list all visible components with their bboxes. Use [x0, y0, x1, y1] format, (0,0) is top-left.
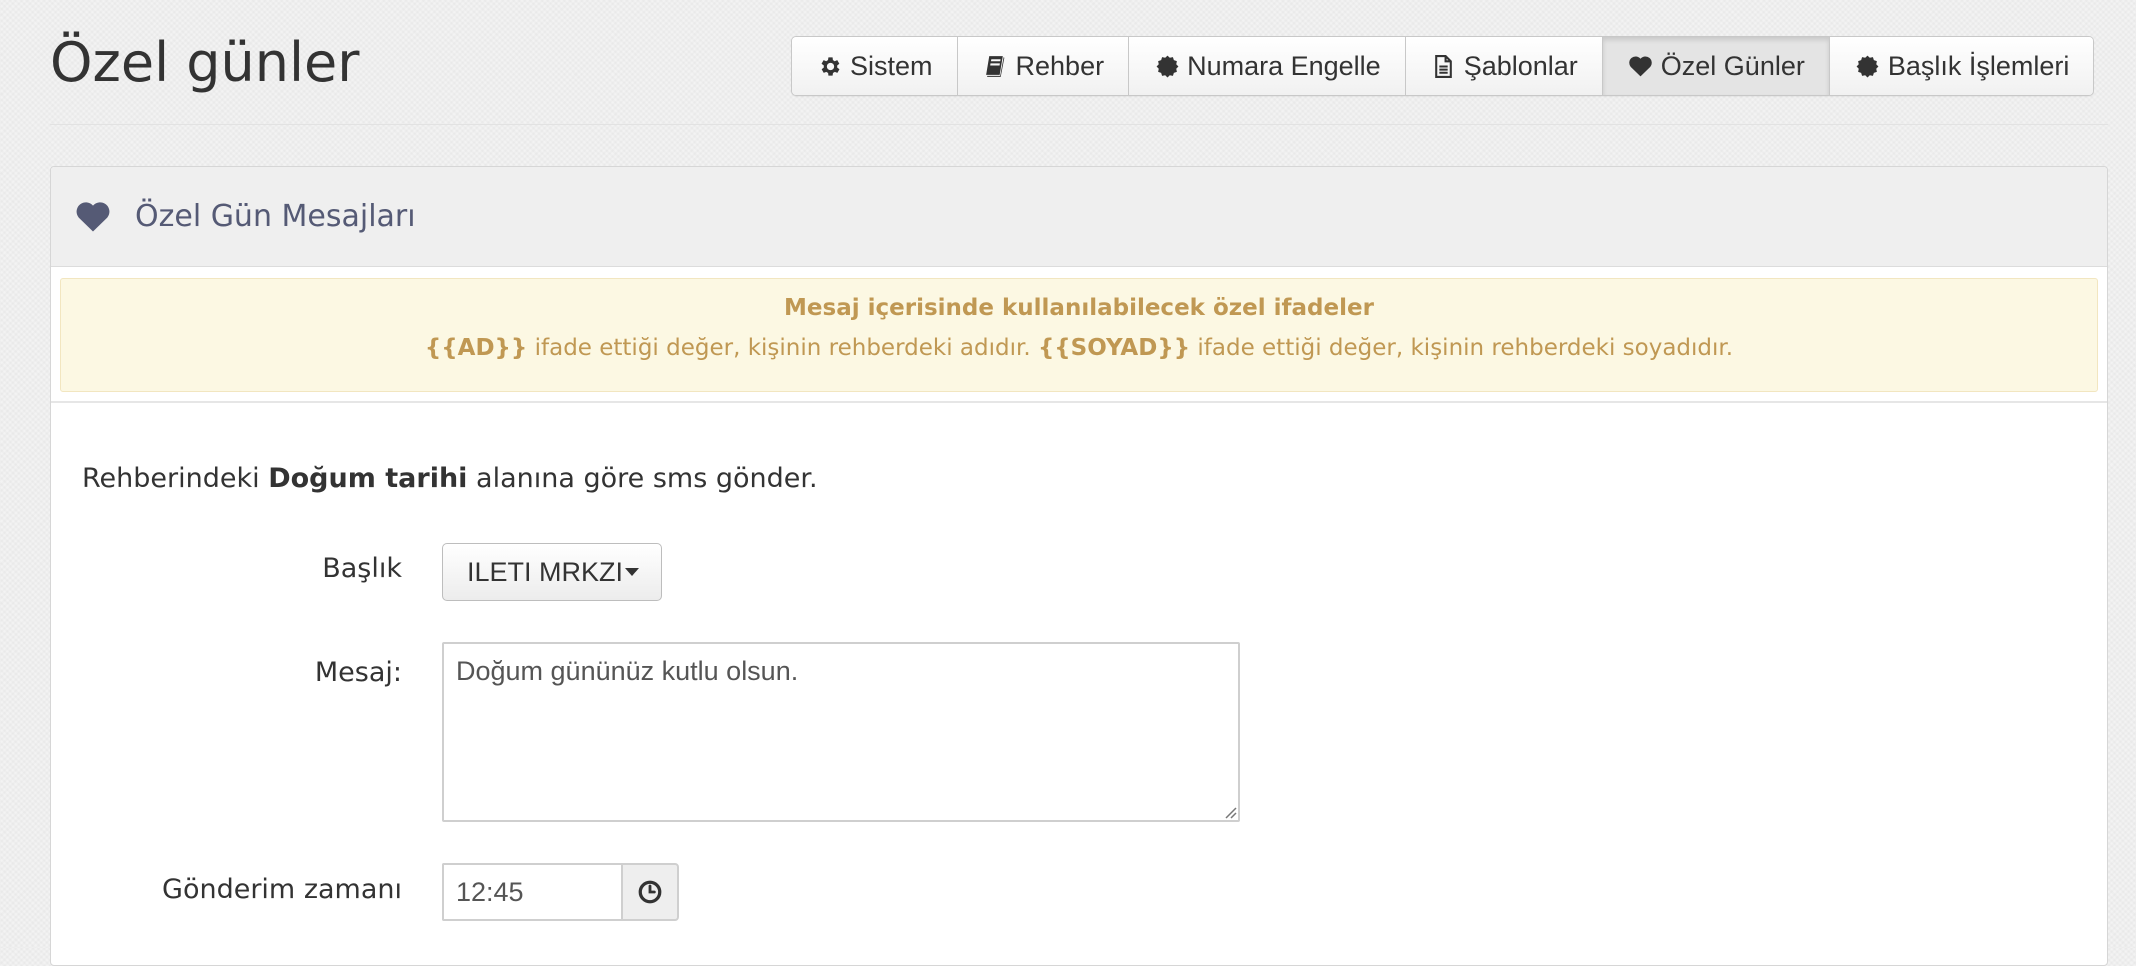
soyad-description: ifade ettiği değer, kişinin rehberdeki s… [1190, 335, 1734, 361]
badge-icon [1153, 52, 1181, 80]
alert-title: Mesaj içerisinde kullanılabilecek özel i… [784, 295, 1374, 321]
nav-button-sistem[interactable]: Sistem [792, 37, 957, 95]
nav-button-label: Rehber [1015, 50, 1105, 81]
placeholder-info-alert: Mesaj içerisinde kullanılabilecek özel i… [60, 278, 2098, 392]
nav-button-sablonlar[interactable]: Şablonlar [1404, 37, 1602, 95]
send-time-group [442, 863, 679, 921]
header-label: Başlık [322, 553, 402, 584]
clock-icon [638, 880, 662, 904]
header-select-value: ILETI MRKZI [467, 556, 624, 587]
badge-icon [1854, 52, 1882, 80]
book-icon [982, 52, 1010, 80]
panel-title: Özel Gün Mesajları [135, 199, 416, 234]
intro-text: Rehberindeki Doğum tarihi alanına göre s… [82, 463, 818, 494]
message-label: Mesaj: [314, 657, 402, 688]
soyad-token: {{SOYAD}} [1037, 335, 1191, 361]
header-select-button[interactable]: ILETI MRKZI [442, 543, 662, 601]
panel-heading: Özel Gün Mesajları [51, 167, 2107, 267]
time-picker-button[interactable] [621, 863, 679, 921]
intro-suffix: alanına göre sms gönder. [467, 463, 818, 494]
section-divider [51, 401, 2107, 403]
heart-icon [75, 201, 111, 233]
caret-down-icon [625, 568, 640, 576]
heart-icon [1627, 52, 1655, 80]
title-divider [50, 124, 2108, 125]
nav-button-rehber[interactable]: Rehber [956, 37, 1129, 95]
nav-button-label: Numara Engelle [1187, 50, 1381, 81]
section-nav: Sistem Rehber Numara Engelle Şablonlar Ö… [791, 36, 2095, 96]
page-title: Özel günler [50, 31, 360, 94]
intro-prefix: Rehberindeki [82, 463, 269, 494]
message-textarea[interactable]: Doğum gününüz kutlu olsun. [442, 642, 1240, 822]
file-icon [1430, 52, 1458, 80]
gear-icon [816, 52, 844, 80]
alert-description: {{AD}} ifade ettiği değer, kişinin rehbe… [61, 335, 2097, 361]
nav-button-label: Sistem [850, 50, 933, 81]
send-time-input[interactable] [442, 863, 621, 921]
nav-button-numara-engelle[interactable]: Numara Engelle [1128, 37, 1405, 95]
nav-button-baslik-islemleri[interactable]: Başlık İşlemleri [1828, 37, 2094, 95]
nav-button-label: Özel Günler [1660, 50, 1805, 81]
send-time-label: Gönderim zamanı [162, 874, 402, 905]
nav-button-label: Şablonlar [1463, 50, 1578, 81]
nav-button-label: Başlık İşlemleri [1887, 50, 2070, 81]
ad-token: {{AD}} [424, 335, 528, 361]
special-days-panel: Özel Gün Mesajları Mesaj içerisinde kull… [50, 166, 2108, 966]
ad-description: ifade ettiği değer, kişinin rehberdeki a… [527, 335, 1038, 361]
nav-button-ozel-gunler[interactable]: Özel Günler [1601, 37, 1829, 95]
intro-field-name: Doğum tarihi [268, 463, 468, 494]
resize-handle-icon[interactable] [1223, 805, 1237, 819]
